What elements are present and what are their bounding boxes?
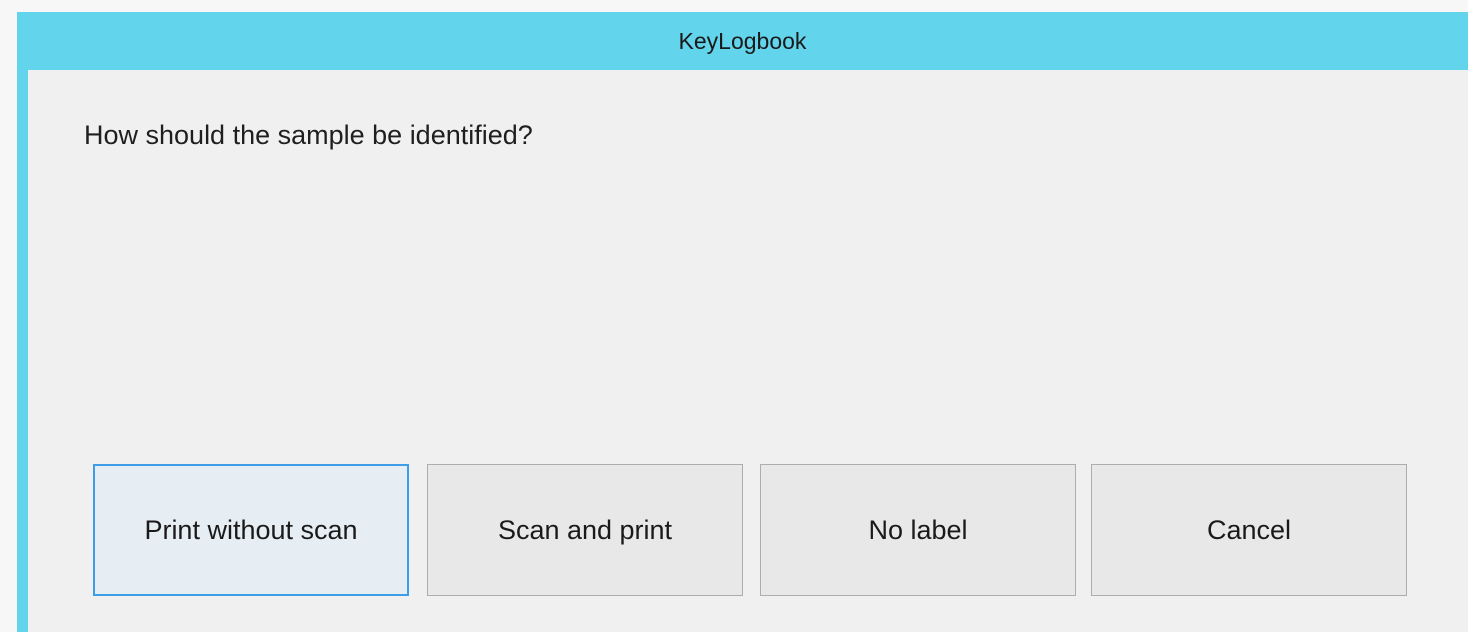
- dialog-title: KeyLogbook: [678, 27, 807, 54]
- dialog-content: How should the sample be identified? Pri…: [28, 70, 1468, 632]
- dialog-window: KeyLogbook How should the sample be iden…: [17, 12, 1468, 632]
- print-without-scan-button[interactable]: Print without scan: [93, 464, 409, 596]
- dialog-prompt: How should the sample be identified?: [84, 120, 533, 150]
- scan-and-print-button[interactable]: Scan and print: [427, 464, 743, 596]
- no-label-button[interactable]: No label: [760, 464, 1076, 596]
- dialog-titlebar[interactable]: KeyLogbook: [17, 12, 1468, 70]
- cancel-button[interactable]: Cancel: [1091, 464, 1407, 596]
